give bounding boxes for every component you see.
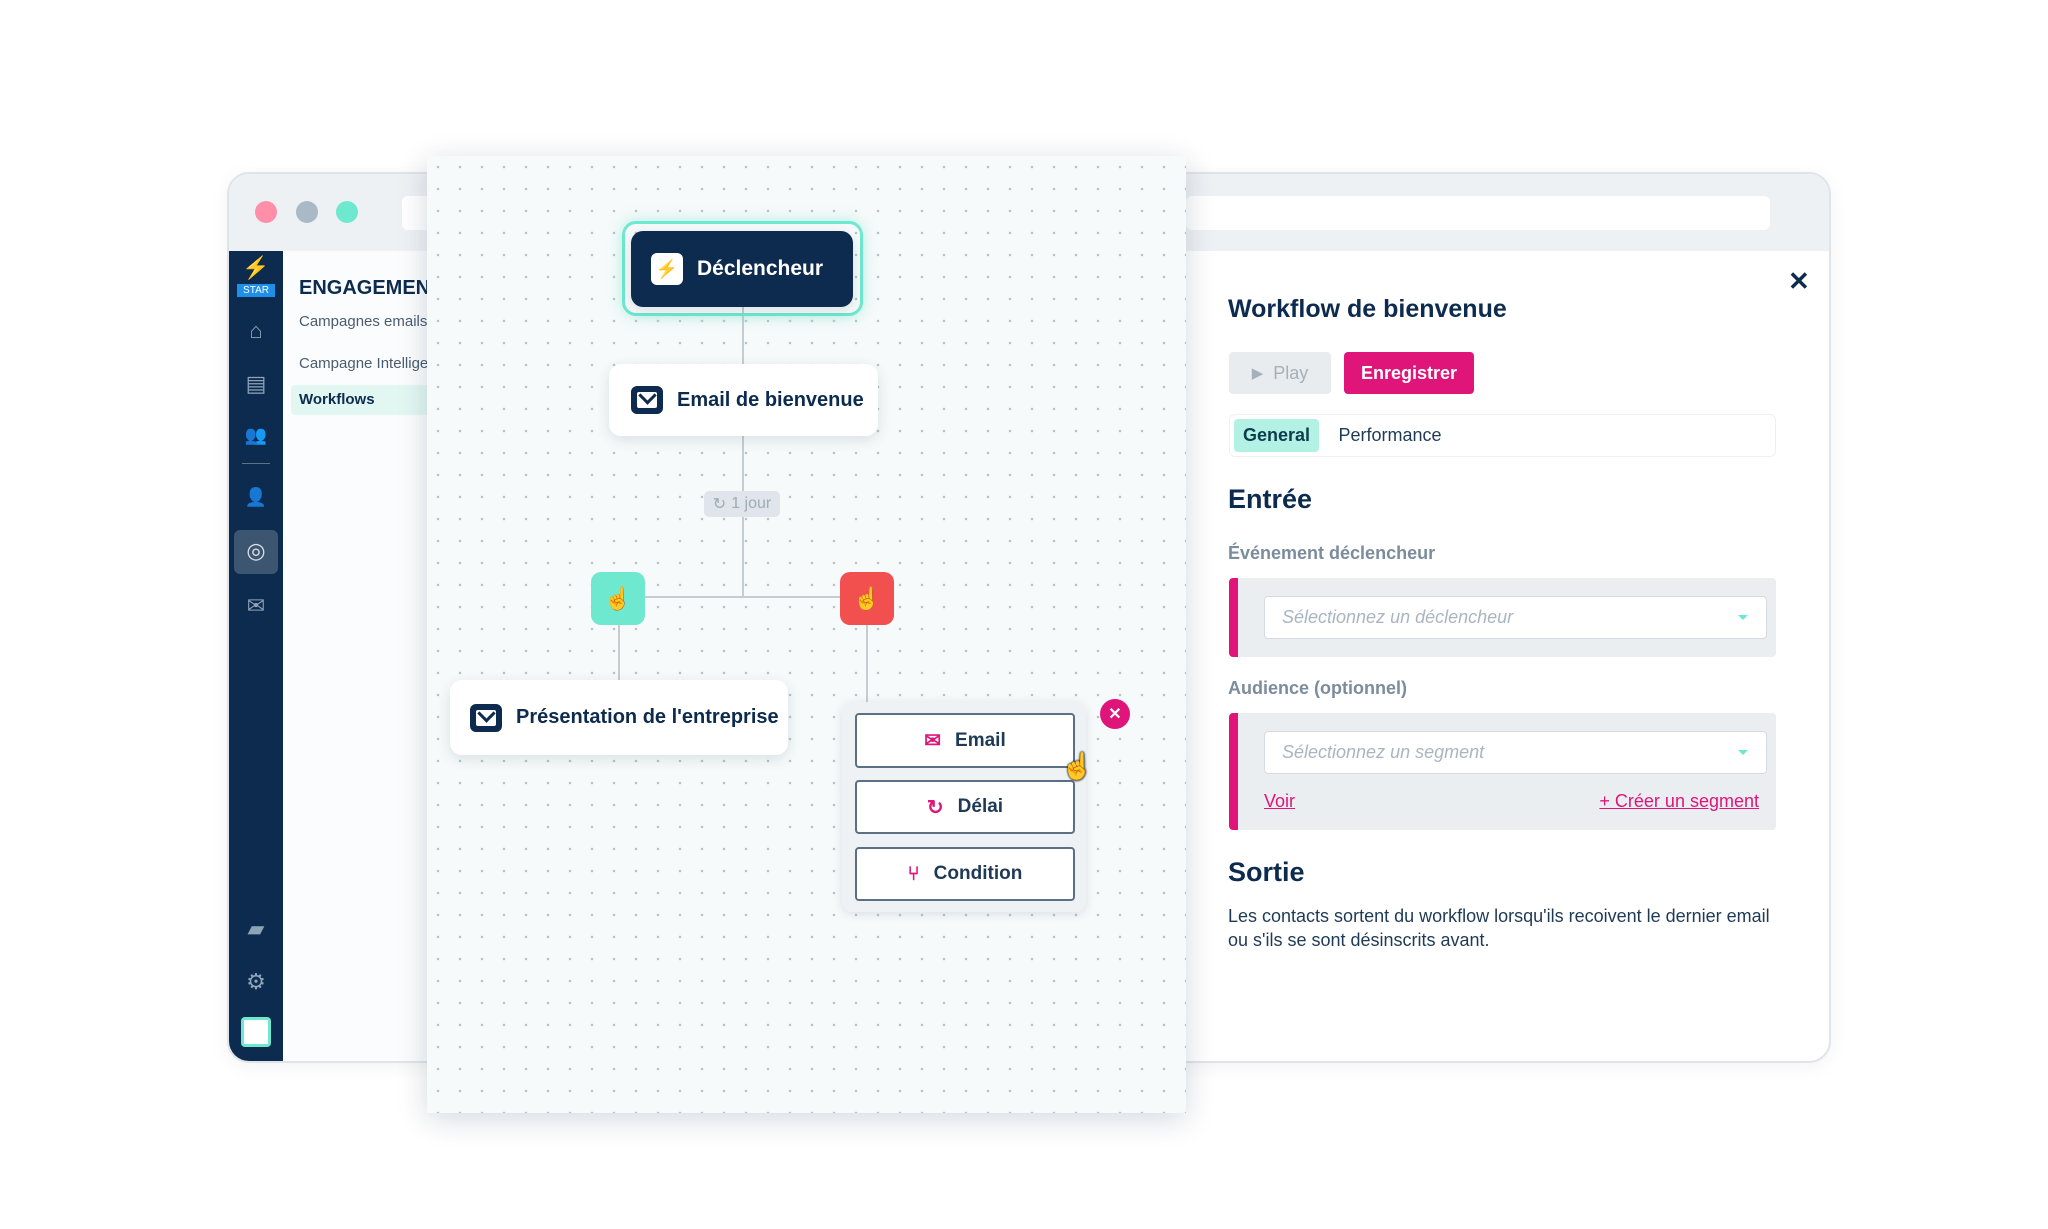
workflow-canvas[interactable]: ⚡ Déclencheur Email de bienvenue ↻ 1 jour… xyxy=(427,156,1186,1113)
users-icon[interactable]: 👥 xyxy=(229,425,283,446)
tab-bar: General Performance xyxy=(1229,414,1776,457)
subnav-item-label: Workflows xyxy=(299,391,375,408)
hand-cursor-icon: ☝ xyxy=(1061,751,1094,781)
delay-label: 1 jour xyxy=(731,495,772,512)
workflow-title: Workflow de bienvenue xyxy=(1228,295,1507,323)
trigger-node[interactable]: ⚡ Déclencheur xyxy=(631,231,853,307)
mail-icon xyxy=(470,703,502,732)
presentation-node-label: Présentation de l'entreprise xyxy=(516,706,779,728)
connector xyxy=(866,625,868,705)
section-title: ENGAGEMENT xyxy=(299,277,443,299)
add-email-button[interactable]: ✉ Email xyxy=(855,713,1075,768)
create-segment-link[interactable]: + Créer un segment xyxy=(1599,791,1759,812)
menu-label: Délai xyxy=(957,796,1004,817)
entry-heading: Entrée xyxy=(1228,484,1313,514)
add-delay-button[interactable]: ↻ Délai xyxy=(855,780,1075,834)
clock-icon: ↻ xyxy=(926,796,944,819)
play-button[interactable]: ▶ Play xyxy=(1229,352,1331,394)
email-node[interactable]: Email de bienvenue xyxy=(609,364,878,436)
presentation-node[interactable]: Présentation de l'entreprise xyxy=(450,680,788,755)
add-condition-button[interactable]: ⑂ Condition xyxy=(855,847,1075,901)
add-step-menu: ✉ Email ↻ Délai ⑂ Condition xyxy=(842,702,1086,912)
no-branch-icon[interactable]: ☝ xyxy=(840,572,894,625)
trigger-field-group: Sélectionnez un déclencheur xyxy=(1229,578,1776,657)
trigger-placeholder: Sélectionnez un déclencheur xyxy=(1282,607,1514,627)
branch-icon: ⑂ xyxy=(907,862,920,885)
play-label: Play xyxy=(1273,362,1309,383)
audience-select[interactable]: Sélectionnez un segment xyxy=(1264,731,1767,774)
gear-icon[interactable]: ⚙ xyxy=(229,969,283,995)
connector xyxy=(742,306,744,597)
clock-icon: ↻ xyxy=(712,496,727,513)
trigger-select[interactable]: Sélectionnez un déclencheur xyxy=(1264,596,1767,639)
tab-general[interactable]: General xyxy=(1234,419,1319,452)
connector xyxy=(618,625,620,685)
connector xyxy=(618,596,867,598)
delay-badge[interactable]: ↻ 1 jour xyxy=(704,491,780,517)
close-panel-icon[interactable]: ✕ xyxy=(1788,266,1810,297)
audience-label: Audience (optionnel) xyxy=(1228,678,1407,698)
home-icon[interactable]: ⌂ xyxy=(229,318,283,344)
menu-label: Condition xyxy=(933,863,1023,884)
exit-heading: Sortie xyxy=(1228,857,1305,887)
sidebar-divider xyxy=(242,463,270,464)
subnav-item-campagnes-emails[interactable]: Campagnes emails xyxy=(299,313,427,330)
star-badge: STAR xyxy=(237,284,275,297)
minimize-window-dot[interactable] xyxy=(296,201,318,223)
trigger-label: Événement déclencheur xyxy=(1228,543,1436,563)
chevron-down-icon xyxy=(1738,615,1748,620)
mail-icon: ✉ xyxy=(924,730,942,752)
play-icon: ▶ xyxy=(1251,365,1264,382)
address-bar[interactable] xyxy=(1186,196,1770,230)
view-segment-link[interactable]: Voir xyxy=(1264,791,1295,812)
lightning-icon: ⚡ xyxy=(651,253,683,285)
trigger-node-label: Déclencheur xyxy=(697,257,824,280)
audience-placeholder: Sélectionnez un segment xyxy=(1282,742,1485,762)
sub-navigation: ENGAGEMENT Campagnes emails Campagne Int… xyxy=(283,251,451,1061)
target-icon[interactable]: ◎ xyxy=(229,538,283,564)
maximize-window-dot[interactable] xyxy=(336,201,358,223)
chevron-down-icon xyxy=(1738,750,1748,755)
menu-label: Email xyxy=(955,729,1006,751)
mail-icon[interactable]: ✉ xyxy=(229,593,283,619)
sidebar: ⚡ STAR ⌂ ▤ 👥 👤 ◎ ✉ ▰ ⚙ xyxy=(229,251,283,1061)
user-plus-icon[interactable]: 👤 xyxy=(229,487,283,508)
brand-logo-icon: ⚡ xyxy=(242,255,270,280)
mail-icon xyxy=(631,386,663,414)
folder-icon[interactable]: ▰ xyxy=(229,916,283,942)
yes-branch-icon[interactable]: ☝ xyxy=(591,572,645,625)
save-button[interactable]: Enregistrer xyxy=(1344,352,1474,394)
close-menu-icon[interactable]: ✕ xyxy=(1100,699,1130,729)
audience-field-group: Sélectionnez un segment Voir + Créer un … xyxy=(1229,713,1776,830)
app-logo[interactable] xyxy=(237,1013,275,1051)
email-node-label: Email de bienvenue xyxy=(677,388,864,411)
tab-performance[interactable]: Performance xyxy=(1330,419,1450,452)
book-icon[interactable]: ▤ xyxy=(229,371,283,397)
close-window-dot[interactable] xyxy=(255,201,277,223)
exit-description: Les contacts sortent du workflow lorsqu'… xyxy=(1228,906,1770,950)
